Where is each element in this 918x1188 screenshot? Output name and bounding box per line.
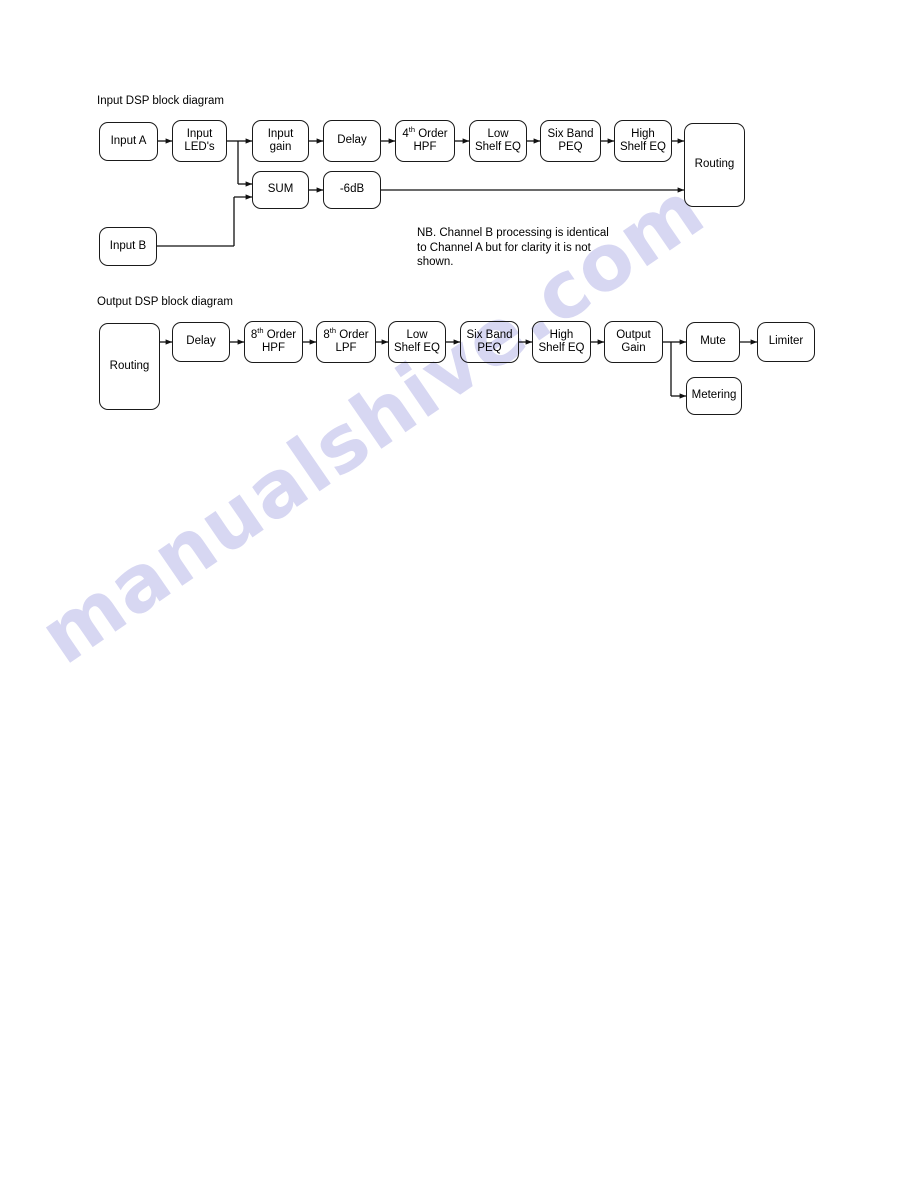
block-limiter-label: Limiter (768, 335, 804, 348)
block-output-six-band-peq-label: Six Band PEQ (466, 328, 513, 355)
block-sum-label: SUM (267, 183, 294, 196)
block-mute-label: Mute (700, 335, 726, 348)
block-input-six-band-peq[interactable]: Six Band PEQ (540, 120, 601, 162)
block-minus-6db[interactable]: -6dB (323, 171, 381, 209)
input-diagram-title: Input DSP block diagram (97, 95, 224, 107)
block-input-delay-label: Delay (337, 134, 367, 147)
block-input-six-band-peq-label: Six Band PEQ (547, 127, 594, 154)
block-output-hpf[interactable]: 8th Order HPF (244, 321, 303, 363)
block-output-high-shelf-eq-label: High Shelf EQ (538, 328, 585, 355)
block-input-gain-label: Input gain (267, 127, 294, 154)
block-input-high-shelf-eq[interactable]: High Shelf EQ (614, 120, 672, 162)
block-input-low-shelf-eq[interactable]: Low Shelf EQ (469, 120, 527, 162)
block-output-high-shelf-eq[interactable]: High Shelf EQ (532, 321, 591, 363)
block-mute[interactable]: Mute (686, 322, 740, 362)
block-output-low-shelf-eq-label: Low Shelf EQ (393, 328, 441, 355)
block-minus-6db-label: -6dB (339, 183, 365, 196)
block-input-b-label: Input B (109, 239, 147, 252)
output-diagram-title: Output DSP block diagram (97, 296, 233, 308)
block-limiter[interactable]: Limiter (757, 322, 815, 362)
block-output-lpf-order-word: Order (336, 328, 369, 341)
block-input-hpf-line2: HPF (413, 141, 437, 153)
diagram-connectors (0, 0, 918, 1188)
block-input-hpf-order-word: Order (415, 127, 448, 140)
block-input-leds[interactable]: Input LED's (172, 120, 227, 162)
block-output-hpf-label: 8th Order HPF (250, 326, 297, 356)
block-input-a-label: Input A (110, 134, 147, 147)
block-metering[interactable]: Metering (686, 377, 742, 415)
block-output-routing-label: Routing (109, 359, 150, 372)
block-output-hpf-line2: HPF (261, 342, 285, 354)
block-output-lpf[interactable]: 8th Order LPF (316, 321, 376, 363)
block-input-delay[interactable]: Delay (323, 120, 381, 162)
block-output-delay[interactable]: Delay (172, 322, 230, 362)
block-input-routing-label: Routing (694, 158, 735, 171)
block-input-a[interactable]: Input A (99, 122, 158, 161)
block-output-lpf-line2: LPF (335, 342, 357, 354)
block-output-delay-label: Delay (186, 335, 216, 348)
block-output-lpf-label: 8th Order LPF (322, 326, 369, 356)
block-output-hpf-order-word: Order (263, 328, 297, 341)
channel-b-note: NB. Channel B processing is identical to… (417, 227, 609, 268)
block-input-low-shelf-eq-label: Low Shelf EQ (474, 127, 522, 154)
block-output-low-shelf-eq[interactable]: Low Shelf EQ (388, 321, 446, 363)
block-output-routing[interactable]: Routing (99, 323, 160, 410)
block-input-high-shelf-eq-label: High Shelf EQ (619, 127, 667, 154)
block-input-gain[interactable]: Input gain (252, 120, 309, 162)
block-input-hpf[interactable]: 4th Order HPF (395, 120, 455, 162)
block-input-routing[interactable]: Routing (684, 123, 745, 207)
block-input-leds-label: Input LED's (184, 127, 215, 154)
block-metering-label: Metering (691, 389, 737, 402)
page-canvas: manualshive.com Input DSP block diagram … (0, 0, 918, 1188)
block-output-six-band-peq[interactable]: Six Band PEQ (460, 321, 519, 363)
block-sum[interactable]: SUM (252, 171, 309, 209)
block-input-hpf-label: 4th Order HPF (401, 125, 448, 155)
block-output-gain-label: Output Gain (616, 328, 651, 355)
block-output-gain[interactable]: Output Gain (604, 321, 663, 363)
block-input-b[interactable]: Input B (99, 227, 157, 266)
